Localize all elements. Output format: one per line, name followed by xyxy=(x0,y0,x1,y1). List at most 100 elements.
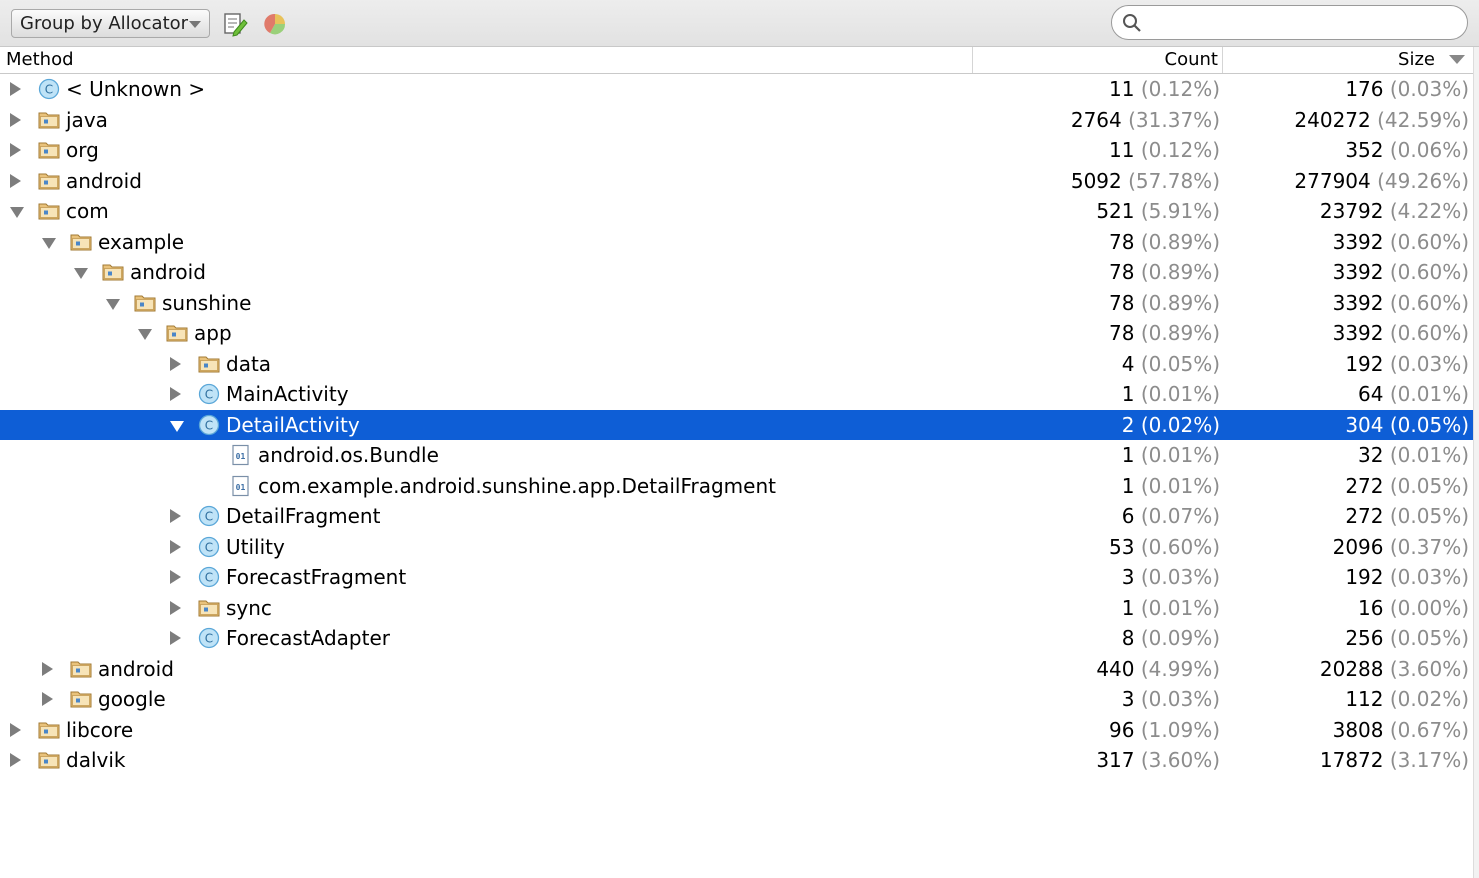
tree-row[interactable]: google 3 (0.03%) 112 (0.02%) xyxy=(0,684,1473,715)
method-name: android xyxy=(130,260,206,284)
size-percent: (4.22%) xyxy=(1389,199,1469,223)
count-cell: 3 (0.03%) xyxy=(1122,562,1220,592)
tree-row[interactable]: C MainActivity 1 (0.01%) 64 (0.01%) xyxy=(0,379,1473,410)
count-value: 6 xyxy=(1121,504,1135,528)
size-value: 3392 xyxy=(1332,229,1384,254)
expanded-arrow-icon[interactable] xyxy=(106,298,120,310)
collapsed-arrow-icon[interactable] xyxy=(10,753,21,767)
expanded-arrow-icon[interactable] xyxy=(138,329,152,340)
count-percent: (0.01%) xyxy=(1140,473,1220,498)
collapsed-arrow-icon[interactable] xyxy=(170,356,181,371)
package-folder-icon xyxy=(198,353,220,375)
tree-row[interactable]: dalvik 317 (3.60%) 17872 (3.17%) xyxy=(0,745,1473,776)
size-percent: (0.05%) xyxy=(1389,473,1469,498)
count-cell: 78 (0.89%) xyxy=(1109,288,1220,318)
search-input[interactable] xyxy=(1148,10,1458,35)
size-value: 352 xyxy=(1345,138,1384,162)
count-value: 1 xyxy=(1121,382,1135,406)
method-name: sunshine xyxy=(162,290,252,315)
tree-row[interactable]: C < Unknown > 11 (0.12%) 176 (0.03%) xyxy=(0,74,1473,105)
collapsed-arrow-icon[interactable] xyxy=(170,539,181,554)
method-name: MainActivity xyxy=(226,382,349,406)
column-header-method[interactable]: Method xyxy=(6,47,966,73)
size-value: 304 xyxy=(1345,412,1384,437)
expanded-arrow-icon[interactable] xyxy=(10,207,24,218)
size-percent: (0.03%) xyxy=(1389,351,1469,376)
method-name: java xyxy=(66,107,108,132)
tree-row[interactable]: C ForecastAdapter 8 (0.09%) 256 (0.05%) xyxy=(0,623,1473,654)
collapsed-arrow-icon[interactable] xyxy=(10,173,21,188)
package-folder-icon xyxy=(166,322,188,344)
collapsed-arrow-icon[interactable] xyxy=(170,631,181,645)
group-by-dropdown[interactable]: Group by Allocator xyxy=(11,9,210,38)
collapsed-arrow-icon[interactable] xyxy=(42,661,53,676)
tree-row[interactable]: 01 com.example.android.sunshine.app.Detai… xyxy=(0,471,1473,502)
size-value: 272 xyxy=(1345,504,1384,528)
column-header-size-label: Size xyxy=(1398,49,1435,70)
svg-text:C: C xyxy=(205,540,213,554)
collapsed-arrow-icon[interactable] xyxy=(10,112,21,127)
expanded-arrow-icon[interactable] xyxy=(42,237,56,249)
count-value: 96 xyxy=(1109,717,1135,742)
count-cell: 11 (0.12%) xyxy=(1109,74,1220,104)
collapsed-arrow-icon[interactable] xyxy=(42,692,53,706)
pie-chart-icon[interactable] xyxy=(262,11,288,37)
expanded-arrow-icon[interactable] xyxy=(170,420,184,432)
tree-row[interactable]: libcore 96 (1.09%) 3808 (0.67%) xyxy=(0,715,1473,746)
count-value: 1 xyxy=(1121,595,1135,620)
size-cell: 16 (0.00%) xyxy=(1358,593,1469,623)
count-cell: 53 (0.60%) xyxy=(1109,532,1220,562)
column-header-count[interactable]: Count xyxy=(972,47,1223,73)
tree-row[interactable]: android 78 (0.89%) 3392 (0.60%) xyxy=(0,257,1473,288)
collapsed-arrow-icon[interactable] xyxy=(170,600,181,615)
tree-row[interactable]: android 5092 (57.78%) 277904 (49.26%) xyxy=(0,166,1473,197)
method-name: com.example.android.sunshine.app.DetailF… xyxy=(258,473,776,498)
size-value: 3392 xyxy=(1332,321,1384,345)
size-value: 3392 xyxy=(1332,290,1384,315)
count-cell: 8 (0.09%) xyxy=(1122,623,1220,653)
size-percent: (0.60%) xyxy=(1389,321,1469,345)
tree-row[interactable]: sync 1 (0.01%) 16 (0.00%) xyxy=(0,593,1473,624)
tree-row[interactable]: C DetailActivity 2 (0.02%) 304 (0.05%) xyxy=(0,409,1473,440)
count-cell: 78 (0.89%) xyxy=(1109,227,1220,257)
tree-row[interactable]: C ForecastFragment 3 (0.03%) 192 (0.03%) xyxy=(0,562,1473,593)
collapsed-arrow-icon[interactable] xyxy=(10,143,21,157)
count-value: 78 xyxy=(1109,321,1135,345)
tree-row[interactable]: C DetailFragment 6 (0.07%) 272 (0.05%) xyxy=(0,501,1473,532)
vertical-scrollbar[interactable] xyxy=(1473,47,1479,878)
tree-row[interactable]: app 78 (0.89%) 3392 (0.60%) xyxy=(0,318,1473,349)
size-percent: (0.03%) xyxy=(1389,77,1469,101)
tree-row[interactable]: data 4 (0.05%) 192 (0.03%) xyxy=(0,349,1473,380)
tree-row[interactable]: sunshine 78 (0.89%) 3392 (0.60%) xyxy=(0,288,1473,319)
count-value: 4 xyxy=(1121,351,1135,376)
collapsed-arrow-icon[interactable] xyxy=(170,509,181,523)
size-cell: 3392 (0.60%) xyxy=(1333,227,1469,257)
count-value: 1 xyxy=(1121,443,1135,467)
tree-row[interactable]: java 2764 (31.37%) 240272 (42.59%) xyxy=(0,105,1473,136)
package-folder-icon xyxy=(102,261,124,283)
package-folder-icon xyxy=(134,292,156,314)
size-percent: (0.37%) xyxy=(1389,534,1469,559)
count-percent: (0.89%) xyxy=(1140,229,1220,254)
svg-text:C: C xyxy=(205,510,213,524)
tree-row[interactable]: com 521 (5.91%) 23792 (4.22%) xyxy=(0,196,1473,227)
method-name: < Unknown > xyxy=(66,77,206,101)
tree-row[interactable]: 01 android.os.Bundle 1 (0.01%) 32 (0.01%) xyxy=(0,440,1473,471)
collapsed-arrow-icon[interactable] xyxy=(10,82,21,96)
size-cell: 256 (0.05%) xyxy=(1345,623,1469,653)
expanded-arrow-icon[interactable] xyxy=(74,268,88,279)
size-cell: 17872 (3.17%) xyxy=(1320,745,1469,775)
column-header-size[interactable]: Size xyxy=(1223,47,1473,73)
count-value: 440 xyxy=(1096,656,1135,681)
tree-row[interactable]: org 11 (0.12%) 352 (0.06%) xyxy=(0,135,1473,166)
collapsed-arrow-icon[interactable] xyxy=(170,570,181,584)
size-cell: 176 (0.03%) xyxy=(1345,74,1469,104)
tree-row[interactable]: example 78 (0.89%) 3392 (0.60%) xyxy=(0,227,1473,258)
collapsed-arrow-icon[interactable] xyxy=(170,387,181,401)
tree-row[interactable]: C Utility 53 (0.60%) 2096 (0.37%) xyxy=(0,532,1473,563)
size-percent: (3.60%) xyxy=(1389,656,1469,681)
tree-row[interactable]: android 440 (4.99%) 20288 (3.60%) xyxy=(0,654,1473,685)
collapsed-arrow-icon[interactable] xyxy=(10,722,21,737)
edit-export-icon[interactable] xyxy=(222,11,248,37)
count-value: 53 xyxy=(1109,534,1135,559)
